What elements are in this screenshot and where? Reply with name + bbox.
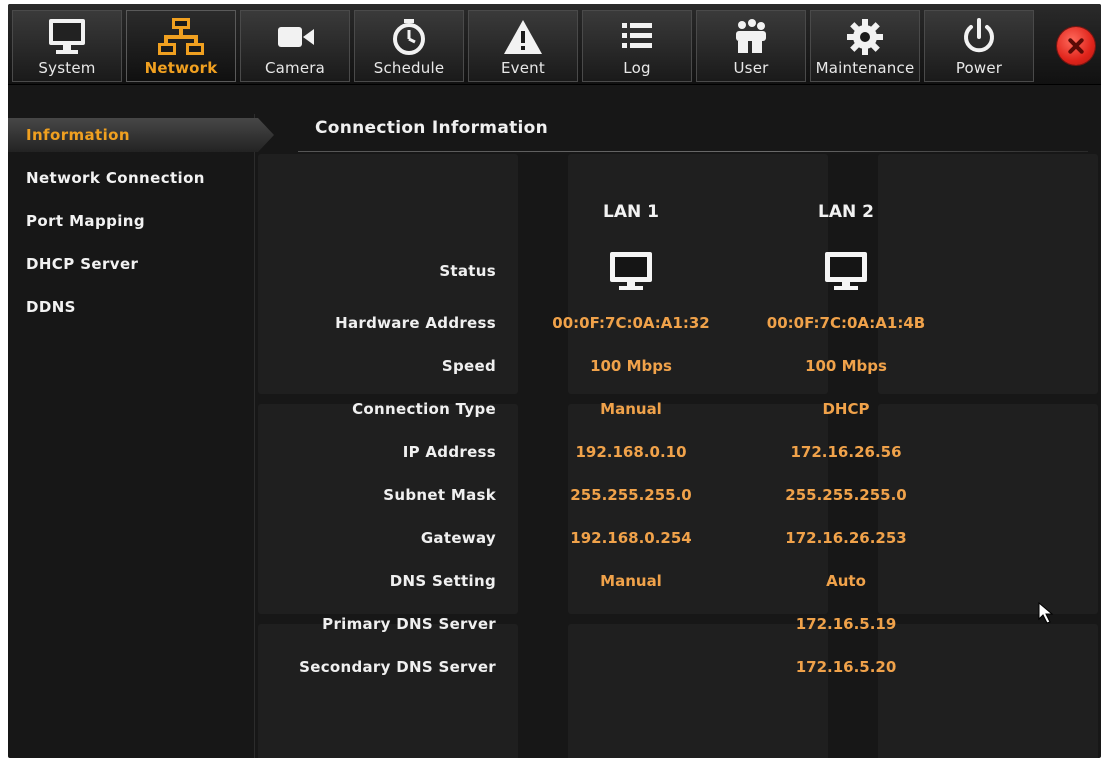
tab-label: Power — [955, 59, 1003, 77]
background-tile — [878, 624, 1098, 758]
sidebar-item-port-mapping[interactable]: Port Mapping — [8, 204, 145, 238]
lan1-connection-type: Manual — [600, 400, 662, 418]
lan2-subnet-mask: 255.255.255.0 — [785, 486, 907, 504]
monitor-icon — [823, 250, 869, 292]
camera-icon — [241, 17, 349, 57]
lan2-primary-dns: 172.16.5.19 — [795, 615, 897, 633]
tab-maintenance[interactable]: Maintenance — [810, 10, 920, 82]
lan2-hardware-address: 00:0F:7C:0A:A1:4B — [766, 314, 926, 332]
row-label-dns-setting: DNS Setting — [389, 572, 496, 590]
clock-icon — [355, 17, 463, 57]
app-window: System Network Camera Schedule Event Log… — [8, 4, 1101, 758]
lan2-connection-type: DHCP — [822, 400, 870, 418]
sidebar-item-ddns[interactable]: DDNS — [8, 290, 76, 324]
page-title: Connection Information — [315, 118, 549, 138]
users-icon — [697, 17, 805, 57]
tab-schedule[interactable]: Schedule — [354, 10, 464, 82]
tab-log[interactable]: Log — [582, 10, 692, 82]
lan2-dns-setting: Auto — [826, 572, 866, 590]
sidebar-item-dhcp-server[interactable]: DHCP Server — [8, 247, 138, 281]
lan1-ip-address: 192.168.0.10 — [575, 443, 687, 461]
background-tile — [568, 624, 828, 758]
row-label-subnet-mask: Subnet Mask — [383, 486, 496, 504]
tab-label: System — [38, 59, 96, 77]
row-label-gateway: Gateway — [420, 529, 496, 547]
network-icon — [127, 17, 235, 57]
row-label-status: Status — [439, 262, 496, 280]
tab-label: User — [733, 59, 769, 77]
sidebar-item-network-connection[interactable]: Network Connection — [8, 161, 205, 195]
tab-network[interactable]: Network — [126, 10, 236, 82]
lan1-dns-setting: Manual — [600, 572, 662, 590]
tab-camera[interactable]: Camera — [240, 10, 350, 82]
sidebar-item-information[interactable]: Information — [8, 118, 130, 152]
mouse-cursor-icon — [1038, 601, 1060, 632]
gear-icon — [811, 17, 919, 57]
warning-icon — [469, 17, 577, 57]
lan2-secondary-dns: 172.16.5.20 — [795, 658, 897, 676]
tab-label: Network — [144, 59, 218, 77]
row-label-secondary-dns: Secondary DNS Server — [299, 658, 496, 676]
column-header-lan1: LAN 1 — [603, 202, 659, 222]
tab-event[interactable]: Event — [468, 10, 578, 82]
tab-label: Log — [623, 59, 651, 77]
power-icon — [925, 17, 1033, 57]
row-label-ip-address: IP Address — [402, 443, 496, 461]
list-icon — [583, 17, 691, 57]
top-toolbar: System Network Camera Schedule Event Log… — [8, 4, 1101, 85]
tab-power[interactable]: Power — [924, 10, 1034, 82]
background-tile — [258, 624, 518, 758]
lan1-speed: 100 Mbps — [590, 357, 672, 375]
tab-user[interactable]: User — [696, 10, 806, 82]
lan2-speed: 100 Mbps — [805, 357, 887, 375]
row-label-connection-type: Connection Type — [352, 400, 496, 418]
title-divider — [298, 151, 1088, 152]
monitor-icon — [13, 17, 121, 57]
tab-label: Schedule — [373, 59, 445, 77]
lan2-ip-address: 172.16.26.56 — [790, 443, 902, 461]
tab-label: Event — [501, 59, 545, 77]
column-header-lan2: LAN 2 — [818, 202, 874, 222]
lan1-hardware-address: 00:0F:7C:0A:A1:32 — [552, 314, 710, 332]
row-label-speed: Speed — [441, 357, 496, 375]
lan2-gateway: 172.16.26.253 — [785, 529, 907, 547]
sidebar: Information Network Connection Port Mapp… — [8, 114, 274, 758]
lan1-subnet-mask: 255.255.255.0 — [570, 486, 692, 504]
lan1-gateway: 192.168.0.254 — [570, 529, 692, 547]
close-icon[interactable] — [1057, 27, 1095, 65]
monitor-icon — [608, 250, 654, 292]
tab-label: Maintenance — [815, 59, 915, 77]
tab-label: Camera — [264, 59, 326, 77]
row-label-primary-dns: Primary DNS Server — [322, 615, 496, 633]
tab-system[interactable]: System — [12, 10, 122, 82]
row-label-hardware-address: Hardware Address — [335, 314, 496, 332]
